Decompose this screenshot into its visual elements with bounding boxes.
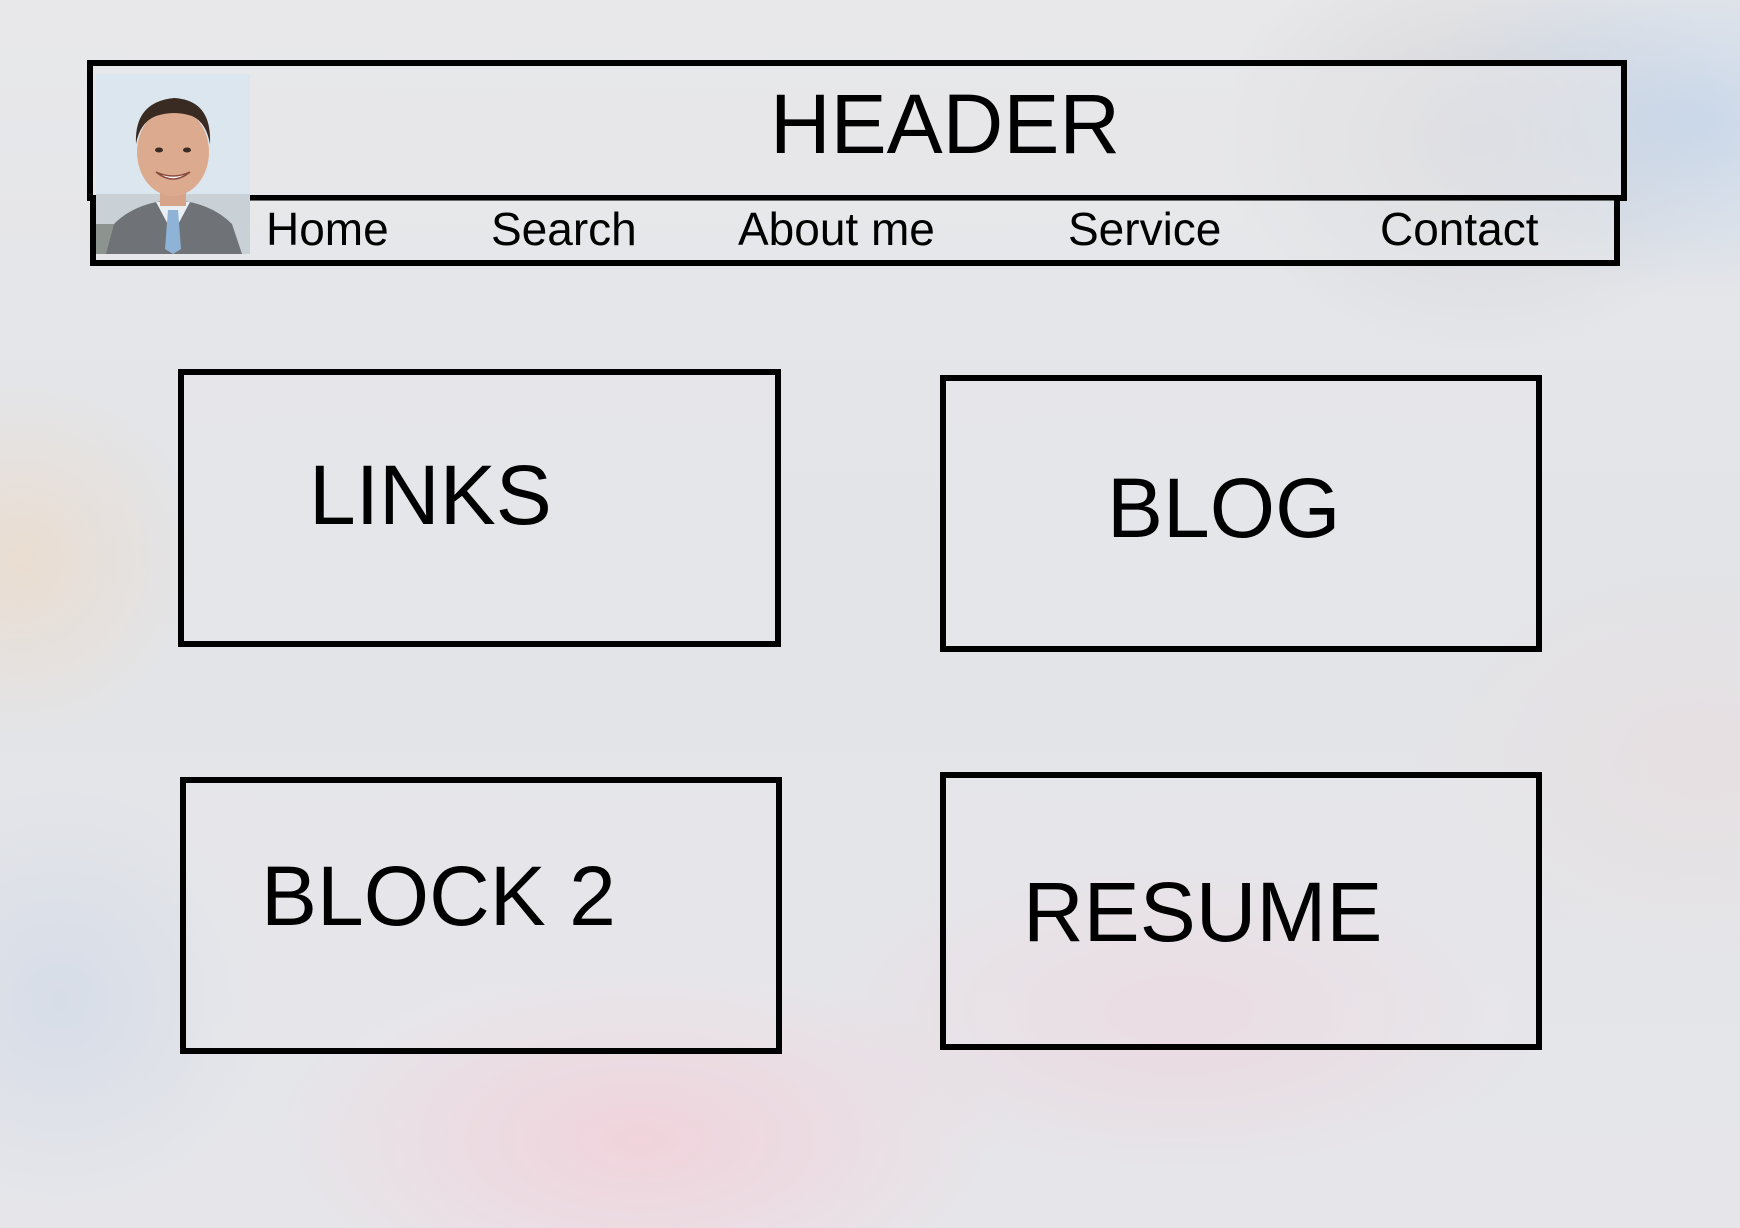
resume-label: RESUME xyxy=(1023,865,1383,959)
person-photo-icon xyxy=(96,74,250,254)
nav-item-search[interactable]: Search xyxy=(491,206,637,252)
blog-label: BLOG xyxy=(1107,461,1341,555)
nav-item-about-me[interactable]: About me xyxy=(738,206,935,252)
block-2-label: BLOCK 2 xyxy=(261,849,616,943)
header-title: HEADER xyxy=(769,77,1121,171)
nav-item-service[interactable]: Service xyxy=(1068,206,1221,252)
links-label: LINKS xyxy=(309,448,552,542)
avatar[interactable] xyxy=(96,74,250,254)
nav-item-contact[interactable]: Contact xyxy=(1380,206,1539,252)
nav-item-home[interactable]: Home xyxy=(266,206,389,252)
